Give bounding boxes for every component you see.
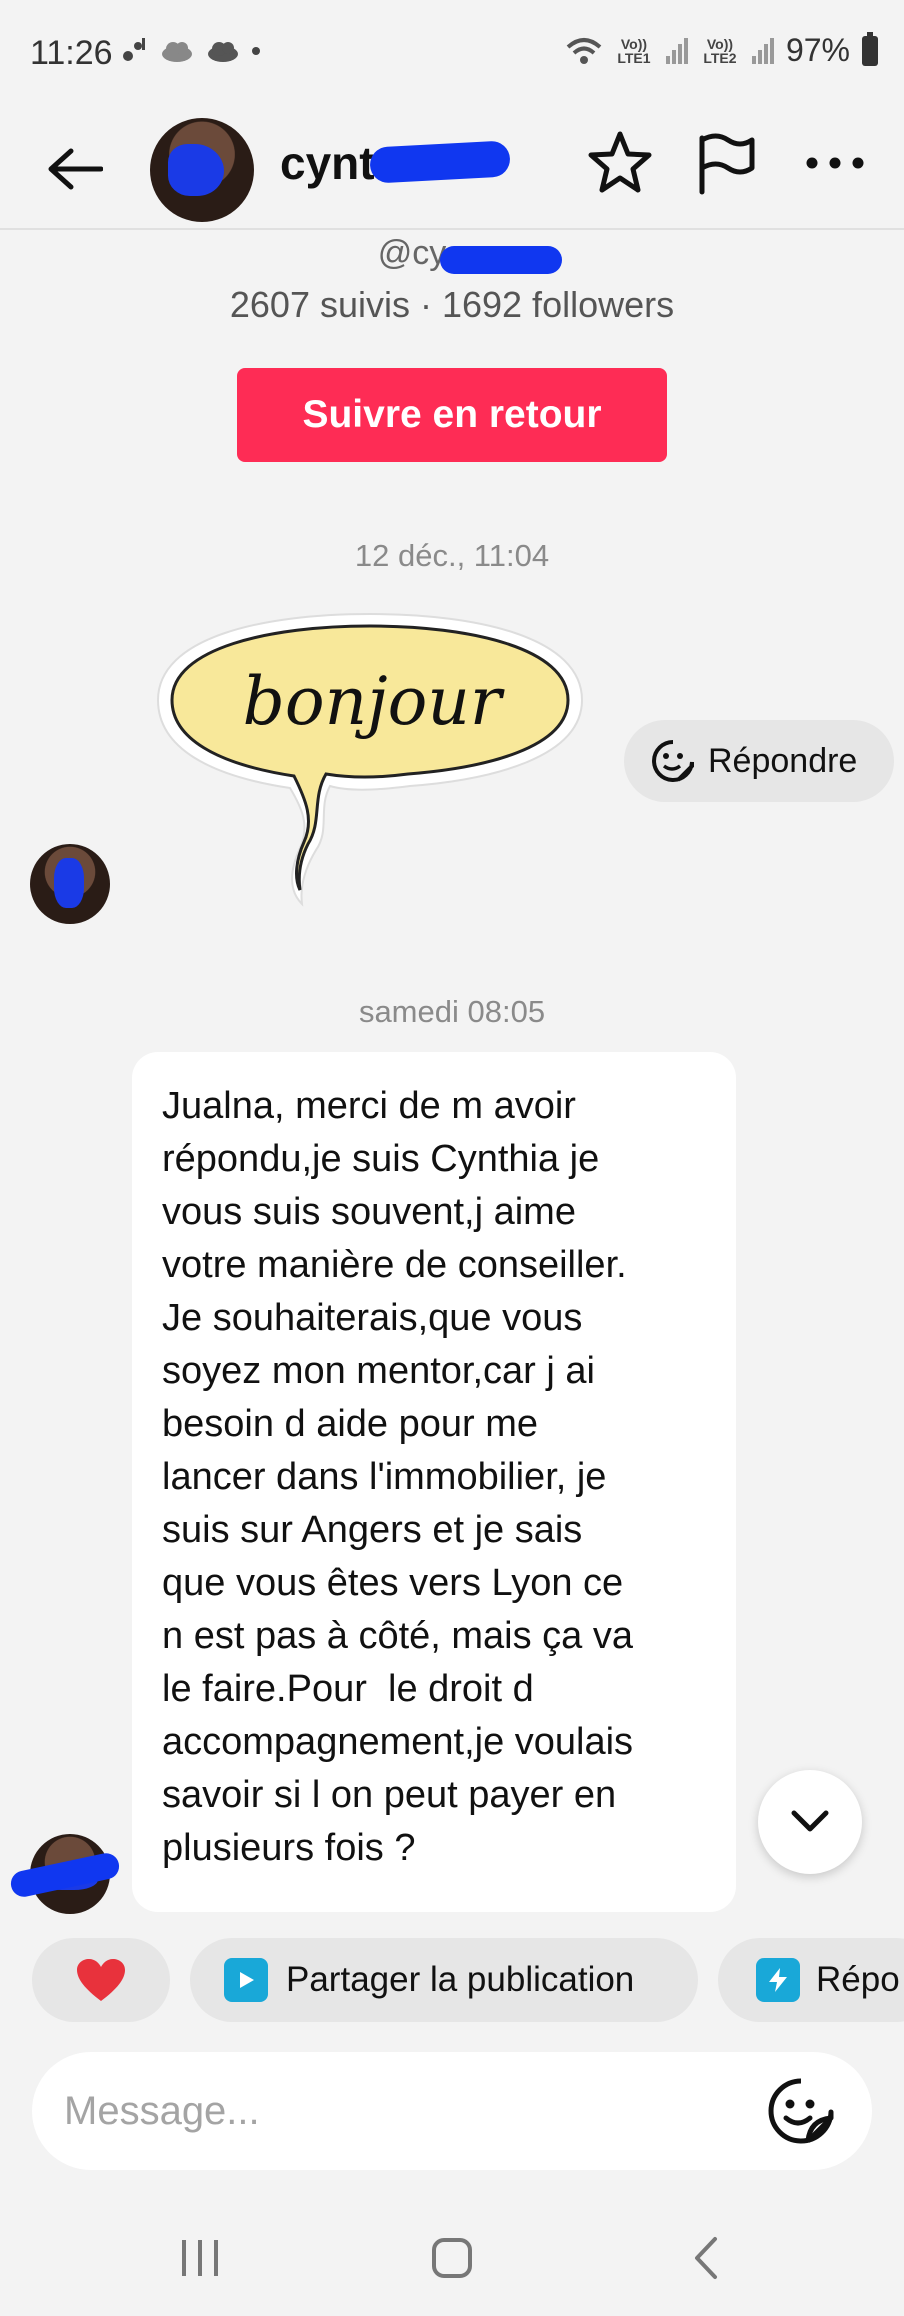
redaction-mark	[369, 140, 511, 184]
home-icon	[432, 2238, 472, 2278]
report-button[interactable]	[690, 128, 760, 203]
follow-stats: 2607 suivis · 1692 followers	[229, 284, 675, 325]
redaction-mark	[168, 144, 224, 196]
reply-label: Répondre	[708, 741, 858, 780]
status-time: 11:26	[30, 34, 113, 72]
notification-icon	[123, 38, 145, 61]
status-right: Vo)) LTE1 Vo)) LTE2 97%	[566, 31, 878, 69]
star-icon	[588, 131, 652, 193]
share-post-chip[interactable]: Partager la publication	[190, 1938, 698, 2022]
emoji-button[interactable]	[766, 2076, 836, 2146]
system-back-button[interactable]	[666, 2228, 746, 2288]
cloud-icon	[162, 42, 192, 62]
message-timestamp: 12 déc., 11:04	[354, 538, 550, 573]
sticker-text: bonjour	[243, 663, 505, 740]
flag-icon	[699, 133, 755, 195]
signal-bars-icon	[665, 37, 688, 64]
heart-reaction-chip[interactable]	[32, 1938, 170, 2022]
dot-icon	[252, 47, 260, 55]
arrow-left-icon	[48, 148, 103, 190]
back-chevron-icon	[695, 2237, 717, 2279]
sim2-tag: Vo)) LTE2	[703, 35, 737, 66]
avatar[interactable]	[30, 844, 110, 924]
wifi-icon	[566, 37, 602, 64]
avatar[interactable]	[150, 118, 254, 222]
sim1-tag: Vo)) LTE1	[617, 35, 651, 66]
share-post-label: Partager la publication	[286, 1960, 635, 1999]
reply-button[interactable]: Répondre	[624, 720, 894, 802]
redaction-mark	[440, 246, 562, 274]
back-button[interactable]	[40, 134, 110, 204]
favorite-button[interactable]	[585, 128, 655, 203]
scroll-to-bottom-button[interactable]	[758, 1770, 862, 1874]
quick-actions-row: Partager la publication Répo	[0, 1938, 904, 2022]
quick-reply-label: Répo	[816, 1960, 900, 1999]
battery-percent: 97%	[785, 32, 850, 68]
recent-apps-button[interactable]	[160, 2228, 240, 2288]
more-options-button[interactable]	[800, 128, 870, 203]
quick-reply-chip[interactable]: Répo	[718, 1938, 904, 2022]
battery-icon	[862, 31, 878, 66]
handle-text: @cy	[377, 234, 447, 272]
message-composer	[32, 2052, 872, 2170]
cloud-icon	[208, 42, 238, 62]
home-button[interactable]	[412, 2228, 492, 2288]
status-bar: 11:26 Vo)) LTE1 Vo)) LTE2 97%	[0, 0, 904, 110]
follow-back-button[interactable]: Suivre en retour	[237, 368, 667, 462]
sticker-emoji-icon	[652, 740, 694, 782]
chat-header: cynt	[0, 110, 904, 230]
speech-bubble-sticker: bonjour	[156, 612, 584, 907]
bonjour-sticker[interactable]: bonjour	[150, 608, 590, 910]
message-input[interactable]	[64, 2080, 744, 2142]
message-timestamp: samedi 08:05	[358, 994, 546, 1029]
signal-bars-icon	[751, 37, 774, 64]
system-nav-bar	[0, 2200, 904, 2316]
sticker-emoji-icon	[768, 2078, 834, 2144]
chevron-down-icon	[791, 1810, 829, 1832]
more-horizontal-icon	[806, 157, 864, 169]
lightning-icon	[756, 1958, 800, 2002]
redaction-mark	[54, 858, 84, 908]
username[interactable]: cynt	[280, 136, 375, 190]
message-bubble[interactable]: Jualna, merci de m avoir répondu,je suis…	[132, 1052, 736, 1912]
recent-apps-icon	[182, 2240, 218, 2276]
play-icon	[224, 1958, 268, 2002]
heart-icon	[77, 1959, 125, 2001]
status-notification-icons	[118, 36, 260, 66]
